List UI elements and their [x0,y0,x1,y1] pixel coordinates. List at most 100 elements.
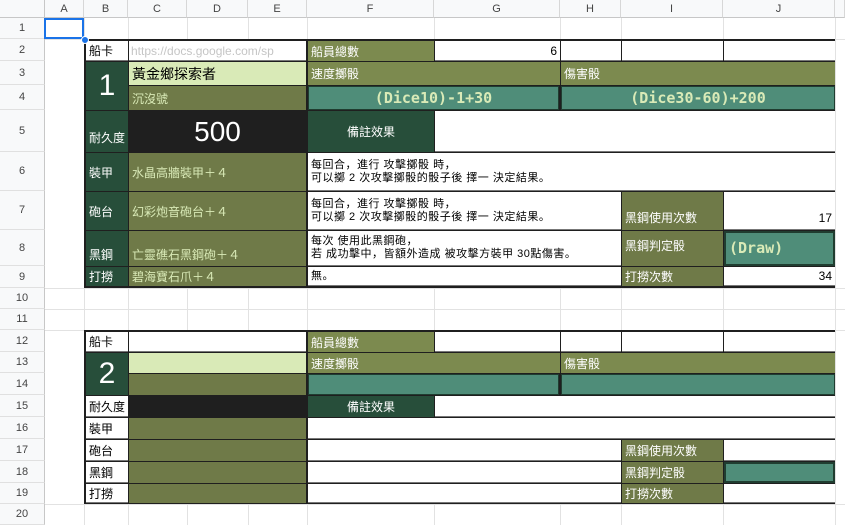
salvage-count-value[interactable]: 34 [724,267,835,286]
durability-label[interactable]: 耐久度 [86,111,128,152]
column-header-b[interactable]: B [84,0,128,18]
armor-label[interactable]: 裝甲 [86,418,128,439]
crew-value[interactable]: 6 [435,41,560,61]
row-header-14[interactable]: 14 [0,373,45,395]
notes-label[interactable]: 備註效果 [308,111,434,152]
empty-cell[interactable] [561,41,621,61]
row-header-9[interactable]: 9 [0,266,45,288]
ship-name[interactable]: 黃金鄉探索者 [129,62,306,85]
black-steel-uses-label[interactable]: 黑鋼使用次數 [622,192,723,230]
black-steel-uses-value[interactable] [724,440,835,461]
row-header-6[interactable]: 6 [0,152,45,191]
row-header-1[interactable]: 1 [0,18,45,39]
armor-item[interactable] [129,418,306,439]
salvage-item[interactable]: 碧海寶石爪＋４ [129,267,306,286]
black-steel-check-value[interactable] [724,462,835,483]
notes-label[interactable]: 備註效果 [308,396,434,417]
row-header-17[interactable]: 17 [0,439,45,461]
ship-number[interactable]: 2 [86,353,128,395]
row-header-2[interactable]: 2 [0,39,45,61]
salvage-count-label[interactable]: 打撈次數 [622,267,723,286]
salvage-item[interactable] [129,484,306,503]
damage-formula[interactable]: (Dice30-60)+200 [561,86,835,110]
armor-note[interactable] [308,418,835,439]
salvage-label[interactable]: 打撈 [86,267,128,286]
ship-subname[interactable] [129,374,306,395]
crew-value[interactable] [435,332,560,352]
row-header-11[interactable]: 11 [0,309,45,330]
empty-cell[interactable] [622,41,723,61]
black-steel-label[interactable]: 黑鋼 [86,231,128,266]
column-header-c[interactable]: C [128,0,187,18]
column-header-g[interactable]: G [434,0,560,18]
salvage-count-label[interactable]: 打撈次數 [622,484,723,503]
black-steel-note[interactable] [308,462,621,483]
black-steel-note[interactable]: 每次 使用此黑鋼砲， 若 成功擊中，皆額外造成 被攻擊方裝甲 30點傷害。 [308,231,621,266]
black-steel-check-label[interactable]: 黑鋼判定骰 [622,462,723,483]
notes-value[interactable] [435,111,835,152]
speed-formula[interactable]: (Dice10)-1+30 [308,86,559,110]
damage-roll-label[interactable]: 傷害骰 [561,353,835,373]
column-header-d[interactable]: D [187,0,248,18]
black-steel-item[interactable] [129,462,306,483]
card-label[interactable]: 船卡 [86,41,128,61]
black-steel-check-label[interactable]: 黑鋼判定骰 [622,231,723,266]
salvage-note[interactable] [308,484,621,503]
row-header-3[interactable]: 3 [0,61,45,85]
empty-cell[interactable] [129,332,306,352]
salvage-label[interactable]: 打撈 [86,484,128,503]
notes-value[interactable] [435,396,835,417]
row-header-5[interactable]: 5 [0,110,45,152]
crew-label[interactable]: 船員總數 [308,41,434,61]
crew-label[interactable]: 船員總數 [308,332,434,352]
row-header-4[interactable]: 4 [0,85,45,110]
speed-formula[interactable] [308,374,559,395]
empty-cell[interactable] [561,332,621,352]
black-steel-item[interactable]: 亡靈礁石黑鋼砲＋４ [129,231,306,266]
turret-label[interactable]: 砲台 [86,440,128,461]
salvage-note[interactable]: 無。 [308,267,621,286]
select-all-corner[interactable] [0,0,45,18]
active-cell-selection[interactable] [44,18,84,39]
durability-value[interactable]: 500 [129,111,306,152]
card-label[interactable]: 船卡 [86,332,128,352]
row-header-20[interactable]: 20 [0,504,45,525]
black-steel-uses-label[interactable]: 黑鋼使用次數 [622,440,723,461]
durability-value[interactable] [129,396,306,417]
black-steel-uses-value[interactable]: 17 [724,192,835,230]
row-header-13[interactable]: 13 [0,352,45,373]
turret-item[interactable]: 幻彩炮音砲台＋４ [129,192,306,230]
row-header-12[interactable]: 12 [0,330,45,352]
row-header-15[interactable]: 15 [0,395,45,417]
ship-name[interactable] [129,353,306,373]
turret-note[interactable] [308,440,621,461]
speed-roll-label[interactable]: 速度擲骰 [308,353,560,373]
column-header-i[interactable]: I [621,0,723,18]
row-header-19[interactable]: 19 [0,483,45,504]
empty-cell[interactable] [724,41,835,61]
black-steel-check-value[interactable]: (Draw) [724,231,835,266]
empty-cell[interactable] [622,332,723,352]
black-steel-label[interactable]: 黑鋼 [86,462,128,483]
armor-label[interactable]: 裝甲 [86,153,128,191]
row-header-7[interactable]: 7 [0,191,45,230]
damage-formula[interactable] [561,374,835,395]
armor-item[interactable]: 水晶高牆裝甲＋４ [129,153,306,191]
durability-label[interactable]: 耐久度 [86,396,128,417]
turret-note[interactable]: 每回合，進行 攻擊擲骰 時， 可以擲 2 次攻擊擲骰的骰子後 擇一 決定結果。 [308,192,621,230]
column-header-f[interactable]: F [307,0,434,18]
column-header-a[interactable]: A [45,0,84,18]
fill-handle[interactable] [81,36,89,44]
speed-roll-label[interactable]: 速度擲骰 [308,62,560,85]
ship-number[interactable]: 1 [86,62,128,110]
column-header-j[interactable]: J [723,0,835,18]
row-header-8[interactable]: 8 [0,230,45,266]
turret-label[interactable]: 砲台 [86,192,128,230]
turret-item[interactable] [129,440,306,461]
row-header-18[interactable]: 18 [0,461,45,483]
empty-cell[interactable] [724,332,835,352]
column-header-e[interactable]: E [248,0,307,18]
ship-subname[interactable]: 沉沒號 [129,86,306,110]
row-header-16[interactable]: 16 [0,417,45,439]
column-header-h[interactable]: H [560,0,621,18]
